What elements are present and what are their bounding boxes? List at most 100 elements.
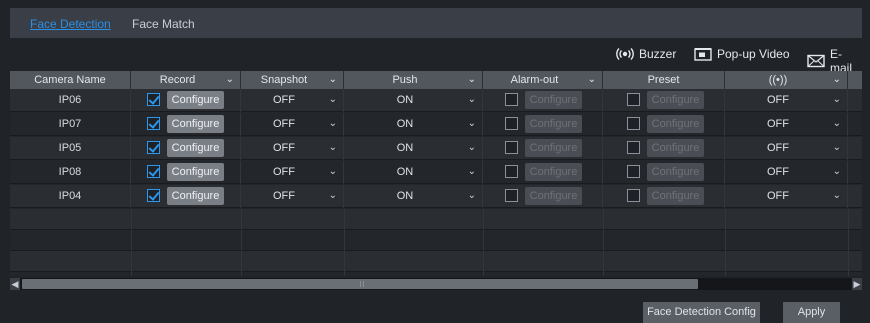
buzzer-button[interactable]: Buzzer xyxy=(616,47,676,61)
alarm-out-checkbox[interactable] xyxy=(505,117,518,130)
camera-name-cell: IP07 xyxy=(10,113,131,136)
snapshot-value: OFF xyxy=(273,118,295,130)
tab-face-match[interactable]: Face Match xyxy=(132,17,195,31)
column-camera-name: Camera Name xyxy=(10,71,131,89)
preset-checkbox[interactable] xyxy=(627,189,640,202)
alarm-out-configure-button[interactable]: Configure xyxy=(525,139,582,157)
record-configure-button[interactable]: Configure xyxy=(167,163,224,181)
face-detection-config-button[interactable]: Face Detection Config xyxy=(643,302,760,323)
snapshot-value: OFF xyxy=(273,166,295,178)
chevron-down-icon: ⌄ xyxy=(328,94,337,105)
preset-cell: Configure xyxy=(603,161,725,184)
chevron-down-icon: ⌄ xyxy=(832,118,841,129)
push-value: ON xyxy=(396,118,414,130)
table-row: IP08 Configure OFF ⌄ ON ⌄ Configure Configure OF… xyxy=(10,161,862,184)
preset-checkbox[interactable] xyxy=(627,117,640,130)
record-configure-button[interactable]: Configure xyxy=(167,115,224,133)
popup-video-button[interactable]: Pop-up Video xyxy=(694,47,790,61)
record-cell: Configure xyxy=(131,137,241,160)
push-select[interactable]: ON ⌄ xyxy=(344,137,483,160)
preset-configure-button[interactable]: Configure xyxy=(647,163,704,181)
alarm-out-configure-button[interactable]: Configure xyxy=(525,115,582,133)
snapshot-select[interactable]: OFF ⌄ xyxy=(241,137,344,160)
column-buzzer[interactable]: ((•)) ⌄ xyxy=(725,71,848,89)
alarm-out-configure-button[interactable]: Configure xyxy=(525,187,582,205)
buzzer-select[interactable]: OFF ⌄ xyxy=(725,89,848,112)
push-select[interactable]: ON ⌄ xyxy=(344,113,483,136)
buzzer-select[interactable]: OFF ⌄ xyxy=(725,161,848,184)
scrollbar-thumb[interactable] xyxy=(22,279,698,289)
column-push[interactable]: Push ⌄ xyxy=(344,71,483,89)
column-divider xyxy=(848,209,849,276)
preset-configure-button[interactable]: Configure xyxy=(647,115,704,133)
preset-checkbox[interactable] xyxy=(627,93,640,106)
tab-face-detection[interactable]: Face Detection xyxy=(30,17,111,31)
buzzer-label: Buzzer xyxy=(639,47,677,61)
buzzer-select[interactable]: OFF ⌄ xyxy=(725,137,848,160)
record-checkbox[interactable] xyxy=(147,93,160,106)
record-cell: Configure xyxy=(131,161,241,184)
column-divider xyxy=(725,209,726,276)
record-checkbox[interactable] xyxy=(147,117,160,130)
alarm-out-cell: Configure xyxy=(483,113,603,136)
record-configure-button[interactable]: Configure xyxy=(167,187,224,205)
alarm-out-cell: Configure xyxy=(483,185,603,208)
preset-configure-button[interactable]: Configure xyxy=(647,139,704,157)
camera-name-cell: IP08 xyxy=(10,161,131,184)
snapshot-select[interactable]: OFF ⌄ xyxy=(241,89,344,112)
alarm-out-checkbox[interactable] xyxy=(505,141,518,154)
empty-row xyxy=(10,251,862,272)
record-configure-button[interactable]: Configure xyxy=(167,91,224,109)
alarm-out-checkbox[interactable] xyxy=(505,93,518,106)
chevron-down-icon: ⌄ xyxy=(328,74,337,85)
apply-button[interactable]: Apply xyxy=(783,302,840,323)
snapshot-value: OFF xyxy=(273,94,295,106)
camera-name-cell: IP04 xyxy=(10,185,131,208)
scroll-right-icon[interactable]: ▶ xyxy=(852,278,862,290)
record-checkbox[interactable] xyxy=(147,165,160,178)
record-checkbox[interactable] xyxy=(147,189,160,202)
snapshot-select[interactable]: OFF ⌄ xyxy=(241,185,344,208)
chevron-down-icon: ⌄ xyxy=(328,190,337,201)
push-value: ON xyxy=(396,166,414,178)
buzzer-select[interactable]: OFF ⌄ xyxy=(725,185,848,208)
buzzer-select[interactable]: OFF ⌄ xyxy=(725,113,848,136)
chevron-down-icon: ⌄ xyxy=(225,74,234,85)
scroll-left-icon[interactable]: ◀ xyxy=(10,278,20,290)
chevron-down-icon: ⌄ xyxy=(467,74,476,85)
alarm-out-checkbox[interactable] xyxy=(505,189,518,202)
column-divider xyxy=(603,209,604,276)
chevron-down-icon: ⌄ xyxy=(832,74,841,85)
popup-video-icon xyxy=(694,47,712,61)
record-configure-button[interactable]: Configure xyxy=(167,139,224,157)
preset-checkbox[interactable] xyxy=(627,165,640,178)
buzzer-value: OFF xyxy=(767,94,789,106)
push-select[interactable]: ON ⌄ xyxy=(344,161,483,184)
chevron-down-icon: ⌄ xyxy=(832,94,841,105)
preset-checkbox[interactable] xyxy=(627,141,640,154)
table-row: IP07 Configure OFF ⌄ ON ⌄ Configure Configure OF… xyxy=(10,113,862,136)
snapshot-select[interactable]: OFF ⌄ xyxy=(241,161,344,184)
snapshot-select[interactable]: OFF ⌄ xyxy=(241,113,344,136)
snapshot-value: OFF xyxy=(273,190,295,202)
tab-bar: Face Detection Face Match xyxy=(10,8,862,38)
push-select[interactable]: ON ⌄ xyxy=(344,185,483,208)
preset-configure-button[interactable]: Configure xyxy=(647,187,704,205)
column-snapshot[interactable]: Snapshot ⌄ xyxy=(241,71,344,89)
record-cell: Configure xyxy=(131,113,241,136)
camera-name-cell: IP06 xyxy=(10,89,131,112)
record-checkbox[interactable] xyxy=(147,141,160,154)
snapshot-value: OFF xyxy=(273,142,295,154)
push-select[interactable]: ON ⌄ xyxy=(344,89,483,112)
column-record[interactable]: Record ⌄ xyxy=(131,71,241,89)
horizontal-scrollbar[interactable]: ◀ ▶ xyxy=(10,278,862,290)
alarm-out-checkbox[interactable] xyxy=(505,165,518,178)
empty-row xyxy=(10,209,862,230)
overflow-cell xyxy=(848,185,862,208)
alarm-out-configure-button[interactable]: Configure xyxy=(525,163,582,181)
preset-configure-button[interactable]: Configure xyxy=(647,91,704,109)
chevron-down-icon: ⌄ xyxy=(467,94,476,105)
column-alarm-out[interactable]: Alarm-out ⌄ xyxy=(483,71,603,89)
alarm-out-configure-button[interactable]: Configure xyxy=(525,91,582,109)
chevron-down-icon: ⌄ xyxy=(328,142,337,153)
